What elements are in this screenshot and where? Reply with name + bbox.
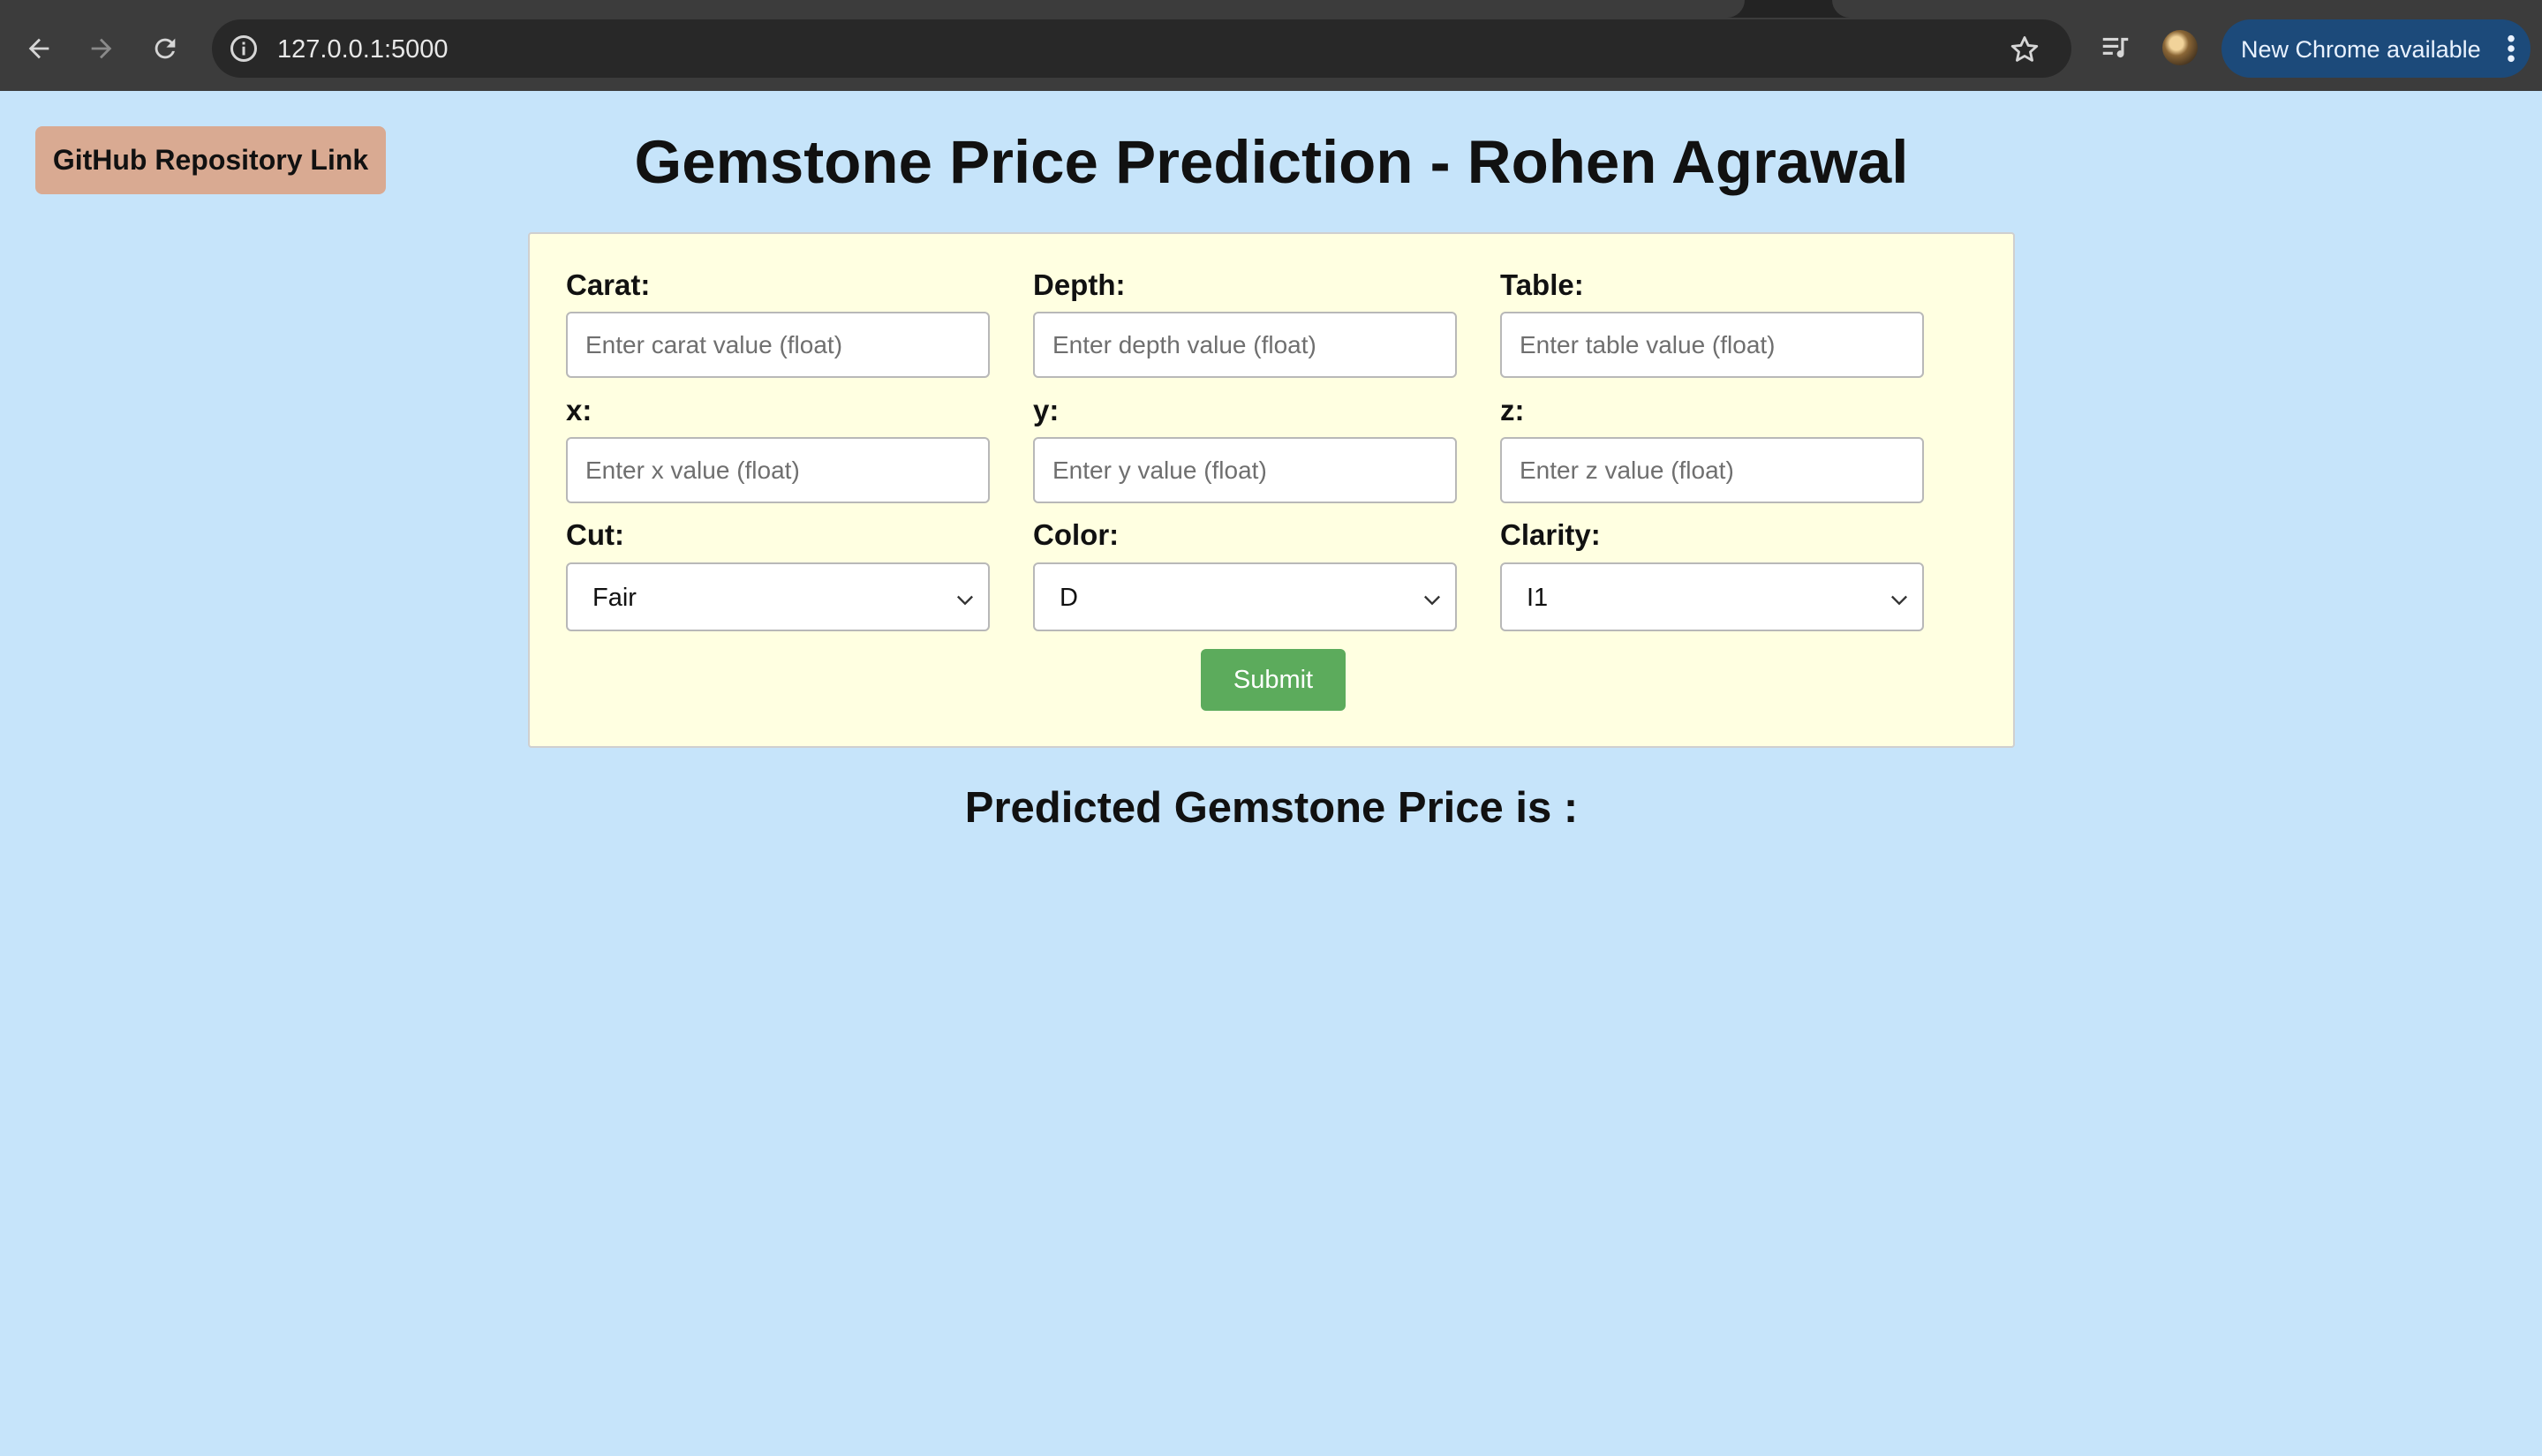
y-input[interactable] bbox=[1033, 437, 1457, 503]
table-label: Table: bbox=[1500, 268, 1584, 301]
url-text[interactable]: 127.0.0.1:5000 bbox=[277, 34, 449, 64]
page-title: Gemstone Price Prediction - Rohen Agrawa… bbox=[634, 128, 1909, 196]
github-repository-link[interactable]: GitHub Repository Link bbox=[35, 126, 386, 194]
info-icon[interactable] bbox=[228, 33, 260, 64]
address-bar[interactable]: 127.0.0.1:5000 bbox=[212, 19, 2071, 78]
color-select[interactable]: D bbox=[1033, 562, 1457, 631]
cut-label: Cut: bbox=[566, 518, 624, 551]
active-tab[interactable] bbox=[0, 0, 1745, 18]
tab-strip bbox=[0, 0, 2542, 18]
prediction-form: Carat: Depth: Table: x: y: z: Cut: Fair … bbox=[528, 232, 2015, 748]
chevron-down-icon bbox=[957, 595, 973, 606]
media-controls-icon[interactable] bbox=[2099, 31, 2132, 64]
kebab-menu-icon bbox=[2508, 34, 2515, 63]
cut-select[interactable]: Fair bbox=[566, 562, 990, 631]
depth-label: Depth: bbox=[1033, 268, 1126, 301]
forward-arrow-icon bbox=[91, 38, 112, 59]
reload-button[interactable] bbox=[144, 27, 186, 70]
chrome-update-button[interactable]: New Chrome available bbox=[2221, 19, 2531, 78]
y-label: y: bbox=[1033, 394, 1060, 426]
carat-label: Carat: bbox=[566, 268, 651, 301]
depth-input[interactable] bbox=[1033, 312, 1457, 378]
submit-button[interactable]: Submit bbox=[1201, 649, 1346, 711]
x-label: x: bbox=[566, 394, 592, 426]
color-label: Color: bbox=[1033, 518, 1120, 551]
x-input[interactable] bbox=[566, 437, 990, 503]
predicted-price-heading: Predicted Gemstone Price is : bbox=[964, 784, 1579, 832]
reload-icon bbox=[155, 38, 176, 59]
background-tab[interactable] bbox=[1832, 0, 2542, 18]
update-label: New Chrome available bbox=[2241, 36, 2481, 63]
chevron-down-icon bbox=[1424, 595, 1440, 606]
cut-selected-value: Fair bbox=[592, 584, 637, 612]
carat-input[interactable] bbox=[566, 312, 990, 378]
profile-avatar[interactable] bbox=[2162, 30, 2198, 65]
star-icon[interactable] bbox=[2008, 33, 2041, 66]
clarity-label: Clarity: bbox=[1500, 518, 1601, 551]
back-button[interactable] bbox=[18, 27, 60, 70]
clarity-select[interactable]: I1 bbox=[1500, 562, 1924, 631]
browser-toolbar: 127.0.0.1:5000 New Chrome available bbox=[0, 0, 2542, 91]
clarity-selected-value: I1 bbox=[1527, 584, 1549, 612]
table-input[interactable] bbox=[1500, 312, 1924, 378]
forward-button[interactable] bbox=[80, 27, 123, 70]
back-arrow-icon bbox=[28, 38, 49, 59]
z-label: z: bbox=[1500, 394, 1525, 426]
chevron-down-icon bbox=[1891, 595, 1907, 606]
color-selected-value: D bbox=[1060, 584, 1078, 612]
z-input[interactable] bbox=[1500, 437, 1924, 503]
